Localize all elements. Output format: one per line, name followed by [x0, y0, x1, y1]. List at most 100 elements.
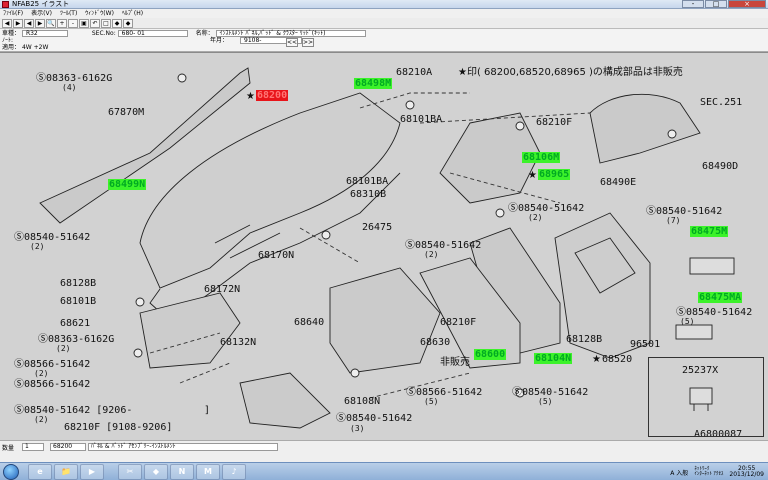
part-callout[interactable]: 68498M	[354, 78, 393, 89]
mail-icon[interactable]: M	[196, 464, 220, 480]
menubar: ﾌｧｲﾙ(F) 表示(V) ﾂｰﾙ(T) ｳｨﾝﾄﾞｳ(W) ﾍﾙﾌﾟ(H)	[0, 9, 768, 18]
menu-help[interactable]: ﾍﾙﾌﾟ(H)	[122, 9, 143, 18]
part-label[interactable]: 68132N	[220, 337, 256, 348]
fit-button[interactable]: ▣	[79, 18, 89, 28]
ime-indicator[interactable]: A 入般	[670, 468, 688, 477]
prev-button[interactable]: ◀	[24, 18, 34, 28]
part-label: ]	[204, 405, 211, 416]
app-icon[interactable]: ◆	[144, 464, 168, 480]
part-number-field: 68200	[50, 443, 86, 451]
part-label[interactable]: 68128B	[60, 278, 96, 289]
part-label[interactable]: 68101BA	[400, 114, 442, 125]
nissan-icon[interactable]: N	[170, 464, 194, 480]
statusbar: 数量 1 68200 ﾊﾟﾈﾙ & ﾊﾟｯﾄﾞ ｱｾﾝﾌﾞﾘｰ-ｲﾝｽﾄﾙﾒﾝﾄ	[0, 440, 768, 462]
next-illustration-button[interactable]: >>	[302, 38, 314, 47]
detail-inset	[648, 357, 764, 437]
minimize-button[interactable]: -	[682, 0, 704, 8]
part-label[interactable]: 68310B	[350, 189, 386, 200]
zoom-out-button[interactable]: -	[68, 18, 78, 28]
part-label[interactable]: Ⓢ08566-51642	[14, 379, 90, 390]
start-button[interactable]	[3, 464, 19, 480]
quantity-note: (7)	[666, 216, 681, 225]
part-label[interactable]: Ⓢ08540-51642	[646, 206, 722, 217]
first-page-button[interactable]: ◀	[2, 18, 12, 28]
maximize-button[interactable]: □	[705, 0, 727, 8]
quantity-note: (2)	[34, 369, 49, 378]
year-label: 年月：	[210, 37, 229, 44]
part-label[interactable]: Ⓢ08540-51642 [9206-	[14, 405, 132, 416]
marker-button[interactable]: ◆	[112, 18, 122, 28]
part-label[interactable]: 68210F	[536, 117, 572, 128]
clock[interactable]: 20:55 2013/12/09	[729, 466, 764, 478]
part-label[interactable]: Ⓢ08540-51642	[405, 240, 481, 251]
part-label[interactable]: 68490D	[702, 161, 738, 172]
app-icon	[2, 0, 9, 8]
close-button[interactable]: ×	[728, 0, 766, 8]
ie-icon[interactable]: e	[28, 464, 52, 480]
part-label[interactable]: 68108N	[344, 396, 380, 407]
quantity-note: (5)	[424, 397, 439, 406]
part-label[interactable]: Ⓢ08540-51642	[14, 232, 90, 243]
part-callout[interactable]: 68475MA	[698, 292, 743, 303]
menu-file[interactable]: ﾌｧｲﾙ(F)	[3, 9, 23, 18]
part-callout[interactable]: 68104N	[534, 353, 573, 364]
part-label[interactable]: SEC.251	[700, 97, 742, 108]
media-icon[interactable]: ▶	[80, 464, 104, 480]
part-callout[interactable]: 68475M	[690, 226, 729, 237]
part-label[interactable]: 68630	[420, 337, 450, 348]
part-label[interactable]: Ⓢ08363-6162G	[38, 334, 114, 345]
quantity-note: (2)	[528, 213, 543, 222]
part-label[interactable]: 26475	[362, 222, 392, 233]
part-label[interactable]: 67870M	[108, 107, 144, 118]
part-label[interactable]: 68490E	[600, 177, 636, 188]
part-label[interactable]: 68520	[602, 354, 632, 365]
music-icon[interactable]: ♪	[222, 464, 246, 480]
window-title: NFAB25 イラスト	[12, 0, 70, 8]
search-icon[interactable]: 🔍	[46, 18, 56, 28]
part-label[interactable]: 68101BA	[346, 176, 388, 187]
menu-view[interactable]: 表示(V)	[31, 9, 52, 18]
part-label[interactable]: 68640	[294, 317, 324, 328]
part-label[interactable]: Ⓢ08566-51642	[14, 359, 90, 370]
folder-icon[interactable]: 📁	[54, 464, 78, 480]
parts-illustration[interactable]: Ⓢ08363-6162G 67870M 68210A 68101BA 68210…	[0, 52, 768, 440]
last-page-button[interactable]: ▶	[13, 18, 23, 28]
part-label[interactable]: 96501	[630, 339, 660, 350]
selected-part-callout[interactable]: 68200	[256, 90, 289, 101]
part-label[interactable]: 68170N	[258, 250, 294, 261]
star-mark: ★	[246, 91, 255, 102]
part-description-field: ﾊﾟﾈﾙ & ﾊﾟｯﾄﾞ ｱｾﾝﾌﾞﾘｰ-ｲﾝｽﾄﾙﾒﾝﾄ	[88, 443, 278, 451]
part-callout[interactable]: 68106M	[522, 152, 561, 163]
part-label[interactable]: 68101B	[60, 296, 96, 307]
qty-field[interactable]: 1	[22, 443, 44, 451]
part-label[interactable]: 68210A	[396, 67, 432, 78]
next-button[interactable]: ▶	[35, 18, 45, 28]
quantity-note: (2)	[34, 415, 49, 424]
system-tray: A 入般 ﾈｯﾄﾜｰｸ ｲﾝﾀｰﾈｯﾄ ｱｸｾｽ 20:55 2013/12/0…	[670, 464, 764, 480]
part-label[interactable]: Ⓢ08540-51642	[508, 203, 584, 214]
menu-window[interactable]: ｳｨﾝﾄﾞｳ(W)	[85, 9, 114, 18]
part-label[interactable]: 68172N	[204, 284, 240, 295]
part-callout[interactable]: 68600	[474, 349, 507, 360]
part-callout[interactable]: 68965	[538, 169, 571, 180]
part-label[interactable]: 68128B	[566, 334, 602, 345]
part-label[interactable]: Ⓢ08566-51642	[406, 387, 482, 398]
part-callout[interactable]: 68499N	[108, 179, 147, 190]
sec-field: 680- 01	[117, 30, 188, 37]
part-label[interactable]: 68210F [9108-9206]	[64, 422, 172, 433]
part-label[interactable]: 68210F	[440, 317, 476, 328]
quantity-note: (4)	[62, 83, 77, 92]
scissors-icon[interactable]: ✂	[118, 464, 142, 480]
part-label[interactable]: 68621	[60, 318, 90, 329]
network-status[interactable]: ﾈｯﾄﾜｰｸ ｲﾝﾀｰﾈｯﾄ ｱｸｾｽ	[694, 467, 723, 477]
frame-button[interactable]: □	[101, 18, 111, 28]
window-titlebar: NFAB25 イラスト - □ ×	[0, 0, 768, 9]
apply-value: 4W +2W	[21, 44, 49, 51]
quantity-note: (2)	[424, 250, 439, 259]
undo-button[interactable]: ↶	[90, 18, 100, 28]
menu-tools[interactable]: ﾂｰﾙ(T)	[60, 9, 77, 18]
marker2-button[interactable]: ◆	[123, 18, 133, 28]
zoom-in-button[interactable]: +	[57, 18, 67, 28]
prev-illustration-button[interactable]: <<	[286, 38, 298, 47]
part-label[interactable]: Ⓢ08540-51642	[336, 413, 412, 424]
